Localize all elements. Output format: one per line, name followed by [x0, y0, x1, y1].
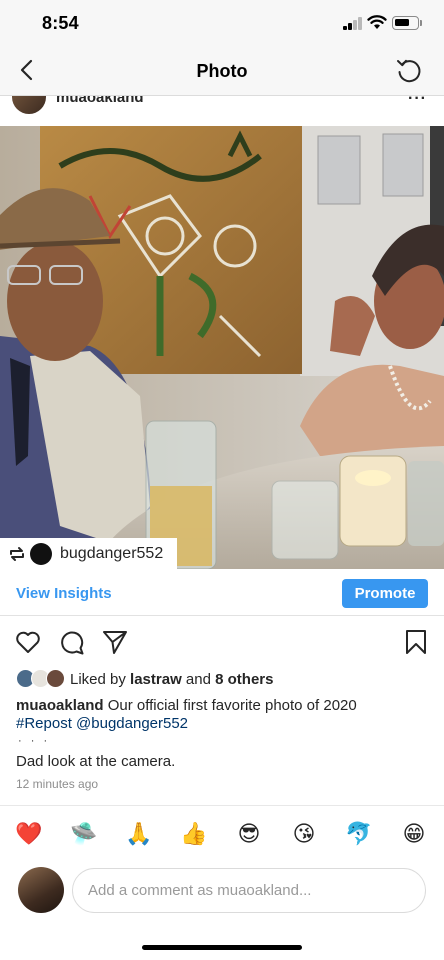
reaction-thumbs-up[interactable]: 👍 — [179, 820, 209, 850]
caption: muaoakland Our official first favorite p… — [16, 697, 436, 733]
bookmark-icon[interactable] — [402, 628, 430, 656]
wifi-icon — [367, 15, 387, 29]
repost-username[interactable]: bugdanger552 — [60, 545, 163, 563]
battery-icon — [392, 16, 419, 30]
clock: 8:54 — [42, 13, 79, 33]
refresh-icon[interactable] — [394, 56, 424, 86]
repost-avatar — [30, 543, 52, 565]
quick-reactions: ❤️ 🛸 🙏 👍 😎 😘 🐬 😁 — [0, 818, 444, 852]
reaction-heart[interactable]: ❤️ — [14, 820, 44, 850]
comment-icon[interactable] — [58, 628, 86, 656]
repost-tag[interactable]: bugdanger552 — [0, 538, 177, 570]
nav-bar: Photo — [0, 46, 444, 96]
status-bar: 8:54 — [0, 0, 444, 46]
caption-separator-dots: · · · — [18, 735, 51, 747]
reaction-ufo[interactable]: 🛸 — [69, 820, 99, 850]
post-header: muaoakland ··· — [0, 96, 444, 126]
reaction-grin[interactable]: 😁 — [399, 820, 429, 850]
heart-icon[interactable] — [14, 628, 42, 656]
likes-row: Liked by lastraw and 8 others — [0, 668, 444, 692]
page-title: Photo — [196, 61, 248, 81]
action-row — [0, 625, 444, 661]
liker-avatar — [46, 669, 65, 688]
post-timestamp: 12 minutes ago — [16, 777, 99, 791]
divider — [0, 805, 444, 806]
post-photo[interactable] — [0, 126, 444, 569]
view-insights-link[interactable]: View Insights — [16, 585, 112, 602]
avatar[interactable] — [12, 96, 46, 114]
post-username[interactable]: muaoakland — [56, 96, 144, 106]
caption-username[interactable]: muaoakland — [16, 697, 104, 714]
insights-row: View Insights Promote — [0, 570, 444, 616]
more-options-icon[interactable]: ··· — [408, 96, 427, 108]
reaction-dolphin[interactable]: 🐬 — [344, 820, 374, 850]
reaction-pray[interactable]: 🙏 — [124, 820, 154, 850]
comment-row — [0, 864, 444, 918]
comment-input[interactable] — [72, 868, 426, 913]
share-icon[interactable] — [101, 628, 129, 656]
caption-extra-line: Dad look at the camera. — [16, 753, 176, 770]
reaction-kiss[interactable]: 😘 — [289, 820, 319, 850]
battery-nub — [420, 20, 422, 26]
home-indicator[interactable] — [142, 945, 302, 950]
liked-by-text[interactable]: Liked by lastraw and 8 others — [70, 671, 273, 688]
cellular-signal-icon — [343, 17, 363, 30]
reaction-sunglasses[interactable]: 😎 — [234, 820, 264, 850]
caption-text: Our official first favorite photo of 202… — [107, 697, 357, 714]
repost-icon — [10, 547, 24, 561]
repost-hashtag[interactable]: #Repost @bugdanger552 — [16, 715, 188, 732]
promote-button[interactable]: Promote — [342, 579, 428, 608]
photo-scene — [0, 126, 444, 569]
avatar — [18, 867, 64, 913]
